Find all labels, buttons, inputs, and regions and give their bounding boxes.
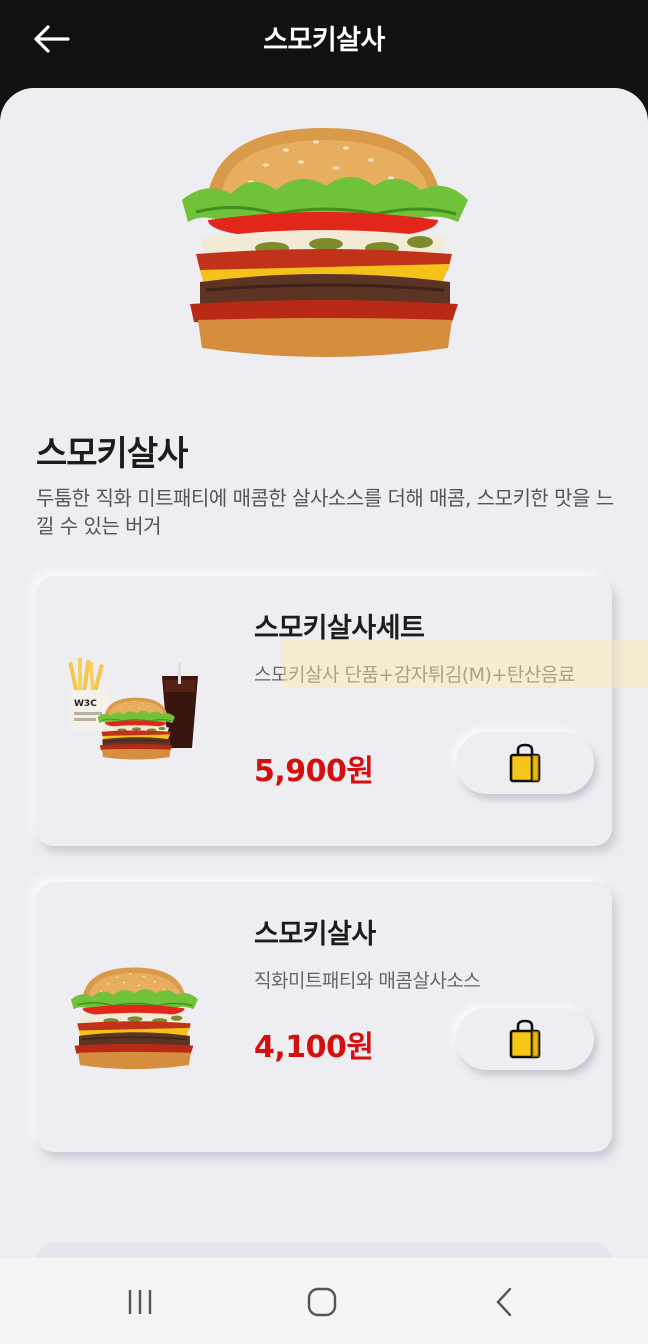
option-card-single[interactable]: 스모키살사 직화미트패티와 매콤살사소스 4,100원 bbox=[36, 882, 612, 1152]
system-back-button[interactable] bbox=[484, 1284, 524, 1320]
shopping-bag-icon bbox=[509, 743, 541, 783]
product-name: 스모키살사 bbox=[36, 434, 188, 474]
burger-image bbox=[70, 966, 199, 1070]
recent-apps-icon bbox=[128, 1290, 152, 1314]
product-description: 두툼한 직화 미트패티에 매콤한 살사소스를 더해 매콤, 스모키한 맛을 느낄… bbox=[36, 486, 614, 538]
shopping-bag-icon bbox=[509, 1019, 541, 1059]
home-icon bbox=[307, 1287, 337, 1317]
highlight-overlay bbox=[282, 640, 648, 688]
system-navigation-bar bbox=[0, 1258, 648, 1344]
add-to-cart-button[interactable] bbox=[456, 732, 594, 794]
burger-image bbox=[180, 126, 470, 359]
chevron-left-icon bbox=[496, 1287, 512, 1317]
set-meal-image: W3C bbox=[68, 658, 198, 760]
option-detail: 직화미트패티와 매콤살사소스 bbox=[254, 970, 481, 992]
page-title: 스모키살사 bbox=[263, 25, 385, 56]
option-price: 5,900원 bbox=[254, 754, 374, 789]
option-price: 4,100원 bbox=[254, 1030, 374, 1065]
svg-text:W3C: W3C bbox=[74, 699, 97, 709]
option-card-set[interactable]: W3C 스모키살사세트 스모키살사 단품+감자튀김(M)+탄산음료 5,900원 bbox=[36, 576, 612, 846]
home-button[interactable] bbox=[302, 1284, 342, 1320]
add-to-cart-button[interactable] bbox=[456, 1008, 594, 1070]
recent-apps-button[interactable] bbox=[120, 1284, 160, 1320]
product-detail-sheet: 스모키살사 두툼한 직화 미트패티에 매콤한 살사소스를 더해 매콤, 스모키한… bbox=[0, 88, 648, 1344]
top-app-bar: 스모키살사 bbox=[0, 0, 648, 90]
option-name: 스모키살사 bbox=[254, 919, 376, 950]
